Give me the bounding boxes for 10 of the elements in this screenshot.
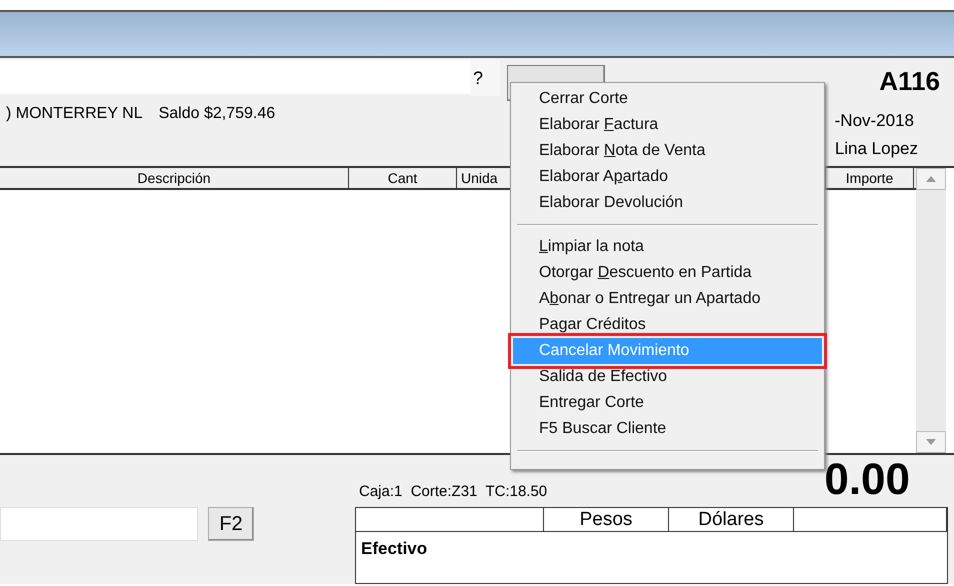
total-amount: 0.00: [824, 457, 910, 503]
column-header: Dólares: [669, 508, 794, 531]
balance-text: Saldo $2,759.46: [158, 104, 276, 124]
column-header: Pesos: [544, 508, 669, 531]
register-info: Caja:1 Corte:Z31 TC:18.50: [359, 482, 548, 502]
date-text: -Nov-2018: [834, 110, 915, 132]
folio-number: A116: [879, 66, 940, 96]
payment-label: Efectivo: [360, 538, 428, 560]
address-text: ) MONTERREY NL: [6, 104, 143, 124]
seller-name: Lina Lopez: [834, 138, 919, 160]
